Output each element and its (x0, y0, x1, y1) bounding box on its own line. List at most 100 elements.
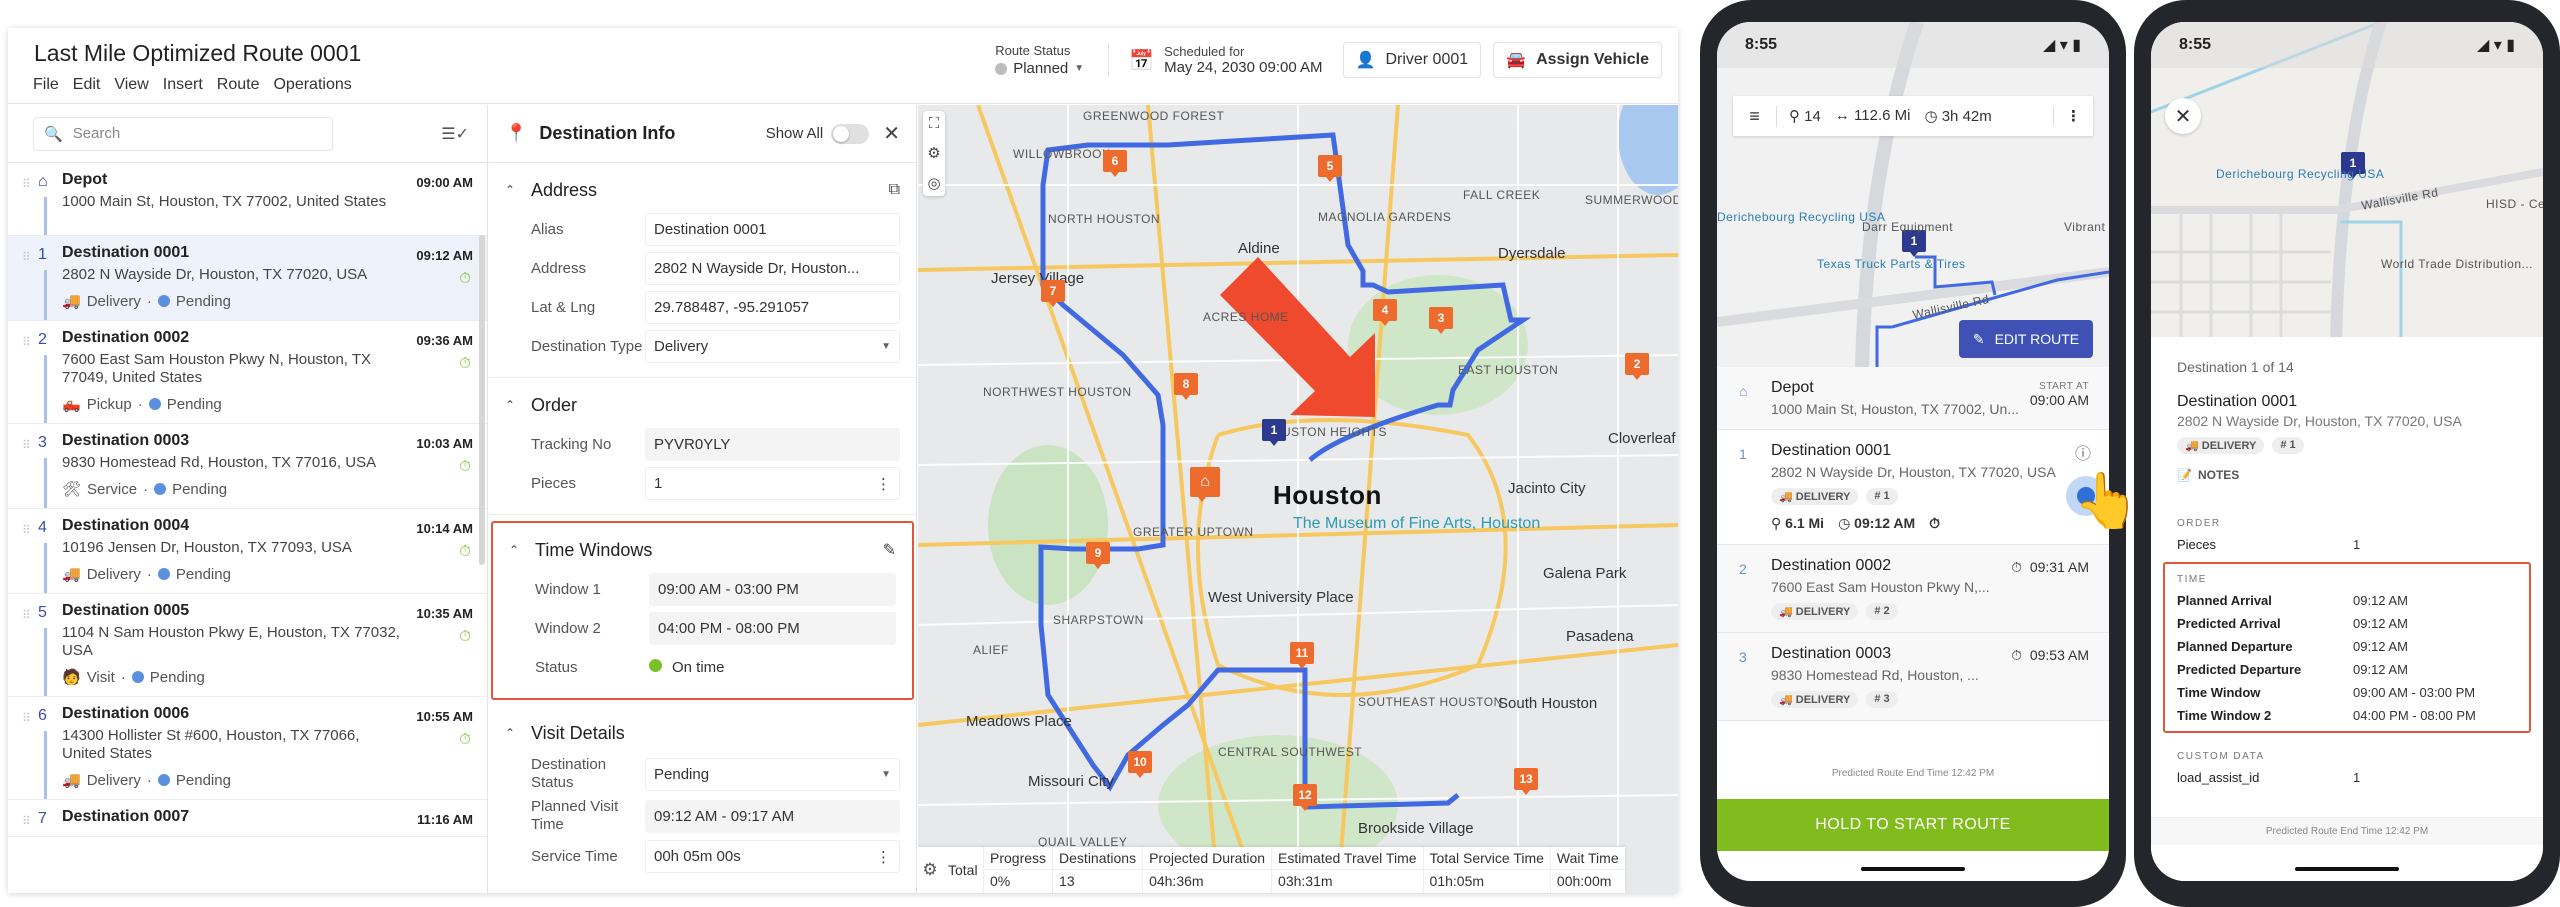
info-icon[interactable]: ⓘ (2075, 440, 2091, 464)
map-marker[interactable]: 13 (1514, 768, 1538, 795)
drag-handle-icon[interactable]: ⠿ (22, 250, 31, 264)
list-item[interactable]: ⠿ 1 Destination 0001 2802 N Wayside Dr, … (8, 236, 487, 321)
map-marker[interactable]: 5 (1318, 155, 1342, 182)
delivery-truck-icon: 🚚 (62, 566, 81, 583)
sort-list-icon[interactable]: ☰✓ (441, 124, 469, 144)
edit-route-button[interactable]: ✎ EDIT ROUTE (1959, 320, 2093, 358)
drag-handle-icon[interactable]: ⠿ (22, 523, 31, 537)
list-item[interactable]: ⠿ 4 Destination 0004 10196 Jensen Dr, Ho… (8, 509, 487, 594)
menu-operations[interactable]: Operations (273, 76, 351, 94)
chevron-up-icon[interactable]: ⌃ (505, 398, 515, 412)
map-marker[interactable]: 9 (1086, 542, 1110, 569)
time-window-icon: ⏱ (459, 543, 471, 560)
list-item[interactable]: ⠿ 6 Destination 0006 14300 Hollister St … (8, 697, 487, 800)
list-item[interactable]: ⠿ 5 Destination 0005 1104 N Sam Houston … (8, 594, 487, 697)
drag-handle-icon[interactable]: ⠿ (22, 814, 31, 828)
notes-button[interactable]: 📝 NOTES (2177, 468, 2517, 482)
list-item[interactable]: ⠿ 2 Destination 0002 7600 East Sam Houst… (8, 321, 487, 424)
map-marker[interactable]: 3 (1429, 307, 1453, 334)
map-marker[interactable]: 6 (1103, 150, 1127, 177)
gear-icon[interactable]: ⚙ (927, 144, 940, 162)
service-time-field[interactable]: 00h 05m 00s ⋮ (645, 840, 900, 873)
phone-depot-item[interactable]: ⌂ Depot 1000 Main St, Houston, TX 77002,… (1717, 367, 2109, 430)
car-icon: 🚘 (1506, 52, 1527, 69)
phone-map[interactable]: ✕ 1 Derichebourg Recycling USA Wallisvil… (2151, 22, 2543, 342)
show-all-toggle[interactable] (831, 123, 870, 144)
window-1-field: 09:00 AM - 03:00 PM (649, 573, 896, 606)
alias-field[interactable]: Destination 0001 (645, 213, 900, 246)
drag-handle-icon[interactable]: ⠿ (22, 438, 31, 452)
menu-file[interactable]: File (33, 76, 59, 94)
scheduled-for[interactable]: 📅 Scheduled for May 24, 2030 09:00 AM (1121, 44, 1330, 76)
phone-stop-item[interactable]: 1 Destination 0001 2802 N Wayside Dr, Ho… (1717, 430, 2109, 545)
status-bar: 8:55 ◢ ▾ ▮ (1717, 22, 2109, 68)
list-item[interactable]: ⠿ 7 Destination 0007 11:16 AM (8, 800, 487, 837)
list-item-depot[interactable]: ⠿ ⌂ Depot 1000 Main St, Houston, TX 7700… (8, 163, 487, 236)
gear-icon[interactable]: ⚙ (918, 847, 942, 893)
time-windows-section: ⌃ Time Windows ✎ Window 1 09:00 AM - 03:00 … (491, 521, 914, 700)
destination-list-panel: 🔍 Search ☰✓ ⠿ ⌂ Depot 1000 Main St, Hous… (8, 105, 488, 893)
chevron-up-icon[interactable]: ⌃ (505, 726, 515, 740)
route-status-dropdown[interactable]: Route Status Planned ▼ (995, 43, 1110, 77)
hamburger-menu-icon[interactable]: ≡ (1733, 105, 1777, 127)
close-icon[interactable]: ✕ (883, 121, 900, 146)
hold-to-start-route-button[interactable]: HOLD TO START ROUTE (1717, 799, 2109, 851)
menu-insert[interactable]: Insert (163, 76, 203, 94)
map-marker[interactable]: 8 (1174, 373, 1198, 400)
map-marker[interactable]: 7 (1041, 280, 1065, 307)
map-marker[interactable]: 2 (1625, 353, 1649, 380)
menu-view[interactable]: View (114, 76, 148, 94)
edit-pencil-icon[interactable]: ✎ (883, 540, 896, 560)
assign-vehicle-button[interactable]: 🚘 Assign Vehicle (1493, 42, 1662, 78)
pieces-field[interactable]: 1 ⋮ (645, 467, 900, 500)
order-chip: # 1 (1866, 488, 1898, 505)
menu-edit[interactable]: Edit (73, 76, 101, 94)
signal-wifi-battery-icon: ◢ ▾ ▮ (2476, 37, 2515, 54)
more-vert-icon[interactable]: ⋮ (876, 475, 891, 493)
phone-map-background (2151, 22, 2543, 342)
chevron-up-icon[interactable]: ⌃ (505, 183, 515, 197)
destination-status-select[interactable]: Pending ▼ (645, 757, 900, 791)
chevron-up-icon[interactable]: ⌃ (509, 543, 519, 557)
close-button[interactable]: ✕ (2165, 98, 2201, 134)
address-field[interactable]: 2802 N Wayside Dr, Houston... (645, 252, 900, 285)
clock: 8:55 (1745, 36, 1778, 53)
service-tools-icon: 🛠 (62, 481, 82, 498)
latlng-field[interactable]: 29.788487, -95.291057 (645, 291, 900, 324)
map-marker[interactable]: 11 (1290, 642, 1314, 669)
destination-name: Destination 0001 (2177, 393, 2298, 410)
map-marker-selected[interactable]: 1 (1262, 419, 1286, 446)
map-marker[interactable]: 4 (1373, 299, 1397, 326)
menu-route[interactable]: Route (217, 76, 260, 94)
list-item[interactable]: ⠿ 3 Destination 0003 9830 Homestead Rd, … (8, 424, 487, 509)
poi-museum[interactable]: The Museum of Fine Arts, Houston (1293, 515, 1540, 533)
status-dot-icon (995, 62, 1008, 75)
more-vert-icon[interactable]: ⋮ (876, 848, 891, 866)
map-marker[interactable]: 10 (1128, 751, 1152, 778)
totals-label: Total (942, 847, 984, 893)
drag-handle-icon[interactable]: ⠿ (22, 177, 31, 191)
address-section: ⌃ Address ⧉ Alias Destination 0001 Address 2… (489, 163, 916, 378)
home-indicator (1861, 867, 1965, 871)
search-input[interactable]: 🔍 Search (33, 116, 333, 151)
driver-button[interactable]: 👤 Driver 0001 (1342, 42, 1482, 78)
phone-stop-item[interactable]: 3 Destination 0003 9830 Homestead Rd, Ho… (1717, 633, 2109, 721)
signal-icon[interactable]: ◎ (927, 174, 940, 192)
delivery-truck-icon: 🚚 (62, 293, 81, 310)
map-marker[interactable]: 12 (1293, 784, 1317, 811)
clock-icon: ◷ (1838, 515, 1851, 531)
depot-home-marker-icon[interactable]: ⌂ (1190, 467, 1220, 502)
more-vert-icon[interactable]: ⋮ (2053, 107, 2093, 125)
order-chip: # 1 (2272, 437, 2304, 454)
drag-handle-icon[interactable]: ⠿ (22, 335, 31, 349)
phone-map[interactable]: 1 Derichebourg Recycling USA Darr Equipm… (1717, 22, 2109, 367)
destination-type-select[interactable]: Delivery ▼ (645, 330, 900, 363)
phone-stop-item[interactable]: 2 Destination 0002 7600 East Sam Houston… (1717, 545, 2109, 633)
on-time-dot-icon (649, 659, 662, 672)
drag-handle-icon[interactable]: ⠿ (22, 608, 31, 622)
fullscreen-icon[interactable]: ⛶ (929, 115, 940, 132)
route-map[interactable]: ⛶ ⚙ ◎ GREENWOOD FOREST WILLOWBROOK NORTH… (918, 105, 1678, 893)
list-scrollbar[interactable] (479, 235, 485, 565)
open-external-icon[interactable]: ⧉ (889, 181, 900, 199)
drag-handle-icon[interactable]: ⠿ (22, 711, 31, 725)
